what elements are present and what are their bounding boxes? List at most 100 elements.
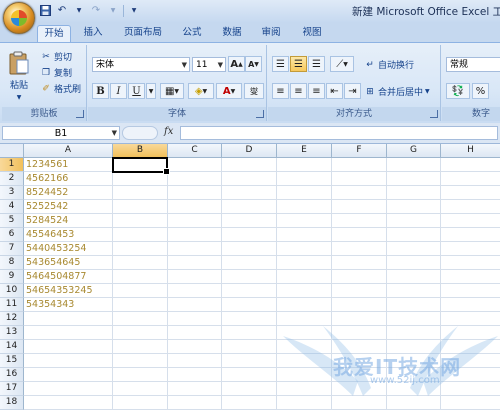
cell-d14[interactable] [222, 340, 277, 354]
cell-g10[interactable] [387, 284, 441, 298]
cell-d15[interactable] [222, 354, 277, 368]
cell-b7[interactable] [113, 242, 168, 256]
cell-a2[interactable]: 4562166 [24, 172, 113, 186]
cell-a17[interactable] [24, 382, 113, 396]
cell-a8[interactable]: 543654645 [24, 256, 113, 270]
row-header-3[interactable]: 3 [0, 186, 24, 200]
cell-b13[interactable] [113, 326, 168, 340]
cell-a10[interactable]: 54654353245 [24, 284, 113, 298]
cell-f4[interactable] [332, 200, 387, 214]
cell-c8[interactable] [168, 256, 222, 270]
align-left-button[interactable]: ≡ [272, 83, 289, 99]
cell-d10[interactable] [222, 284, 277, 298]
cell-c13[interactable] [168, 326, 222, 340]
font-name-select[interactable]: 宋体 ▼ [92, 57, 190, 72]
cell-e11[interactable] [277, 298, 332, 312]
cell-a12[interactable] [24, 312, 113, 326]
fill-color-button[interactable]: ◈ ▼ [188, 83, 214, 99]
font-color-button[interactable]: A ▼ [216, 83, 242, 99]
cell-h1[interactable] [441, 158, 500, 172]
row-header-1[interactable]: 1 [0, 158, 24, 172]
cell-c15[interactable] [168, 354, 222, 368]
cell-h13[interactable] [441, 326, 500, 340]
dialog-launcher-icon[interactable] [256, 110, 264, 118]
row-header-9[interactable]: 9 [0, 270, 24, 284]
cell-e16[interactable] [277, 368, 332, 382]
cell-h10[interactable] [441, 284, 500, 298]
tab-data[interactable]: 数据 [218, 25, 246, 42]
percent-button[interactable]: % [472, 83, 489, 99]
active-cell-selection[interactable] [112, 157, 170, 175]
cell-g1[interactable] [387, 158, 441, 172]
cell-g13[interactable] [387, 326, 441, 340]
cell-a16[interactable] [24, 368, 113, 382]
formula-input[interactable] [180, 126, 498, 140]
cell-h5[interactable] [441, 214, 500, 228]
italic-button[interactable]: I [110, 83, 127, 99]
cell-e15[interactable] [277, 354, 332, 368]
tab-page-layout[interactable]: 页面布局 [117, 25, 169, 42]
cell-f11[interactable] [332, 298, 387, 312]
cell-b17[interactable] [113, 382, 168, 396]
cell-a6[interactable]: 45546453 [24, 228, 113, 242]
cell-e13[interactable] [277, 326, 332, 340]
increase-indent-button[interactable]: ⇥ [344, 83, 361, 99]
underline-button[interactable]: U [128, 83, 145, 99]
cell-e9[interactable] [277, 270, 332, 284]
cell-e2[interactable] [277, 172, 332, 186]
cell-h7[interactable] [441, 242, 500, 256]
cell-b11[interactable] [113, 298, 168, 312]
cell-f2[interactable] [332, 172, 387, 186]
cell-a14[interactable] [24, 340, 113, 354]
cell-e10[interactable] [277, 284, 332, 298]
cell-b14[interactable] [113, 340, 168, 354]
row-header-17[interactable]: 17 [0, 382, 24, 396]
row-header-13[interactable]: 13 [0, 326, 24, 340]
cell-b15[interactable] [113, 354, 168, 368]
cell-b2[interactable] [113, 172, 168, 186]
cell-d5[interactable] [222, 214, 277, 228]
cell-g12[interactable] [387, 312, 441, 326]
cell-a1[interactable]: 1234561 [24, 158, 113, 172]
row-header-8[interactable]: 8 [0, 256, 24, 270]
paste-button[interactable]: 粘贴 ▼ [8, 51, 30, 101]
row-header-2[interactable]: 2 [0, 172, 24, 186]
cell-d3[interactable] [222, 186, 277, 200]
cell-b9[interactable] [113, 270, 168, 284]
cell-a11[interactable]: 54354343 [24, 298, 113, 312]
cell-d12[interactable] [222, 312, 277, 326]
cell-h4[interactable] [441, 200, 500, 214]
cell-d7[interactable] [222, 242, 277, 256]
customize-icon[interactable]: ▼ [127, 4, 141, 17]
cell-e17[interactable] [277, 382, 332, 396]
row-header-12[interactable]: 12 [0, 312, 24, 326]
font-size-select[interactable]: 11 ▼ [192, 57, 226, 72]
cell-h18[interactable] [441, 396, 500, 410]
chevron-down-icon[interactable]: ▼ [72, 4, 86, 17]
cell-a18[interactable] [24, 396, 113, 410]
align-bottom-button[interactable]: ☰ [308, 56, 325, 72]
tab-insert[interactable]: 插入 [79, 25, 107, 42]
cell-g5[interactable] [387, 214, 441, 228]
cell-e12[interactable] [277, 312, 332, 326]
dialog-launcher-icon[interactable] [430, 110, 438, 118]
cell-a4[interactable]: 5252542 [24, 200, 113, 214]
row-header-18[interactable]: 18 [0, 396, 24, 410]
cell-f12[interactable] [332, 312, 387, 326]
chevron-down-icon[interactable]: ▼ [146, 83, 156, 99]
align-top-button[interactable]: ☰ [272, 56, 289, 72]
cell-c16[interactable] [168, 368, 222, 382]
cell-a15[interactable] [24, 354, 113, 368]
row-header-16[interactable]: 16 [0, 368, 24, 382]
row-header-7[interactable]: 7 [0, 242, 24, 256]
cell-f13[interactable] [332, 326, 387, 340]
office-button[interactable] [3, 2, 35, 34]
cell-h9[interactable] [441, 270, 500, 284]
row-header-15[interactable]: 15 [0, 354, 24, 368]
cell-c17[interactable] [168, 382, 222, 396]
cell-c18[interactable] [168, 396, 222, 410]
cell-g7[interactable] [387, 242, 441, 256]
cell-e4[interactable] [277, 200, 332, 214]
cell-f10[interactable] [332, 284, 387, 298]
name-box[interactable]: B1 ▼ [2, 126, 120, 140]
